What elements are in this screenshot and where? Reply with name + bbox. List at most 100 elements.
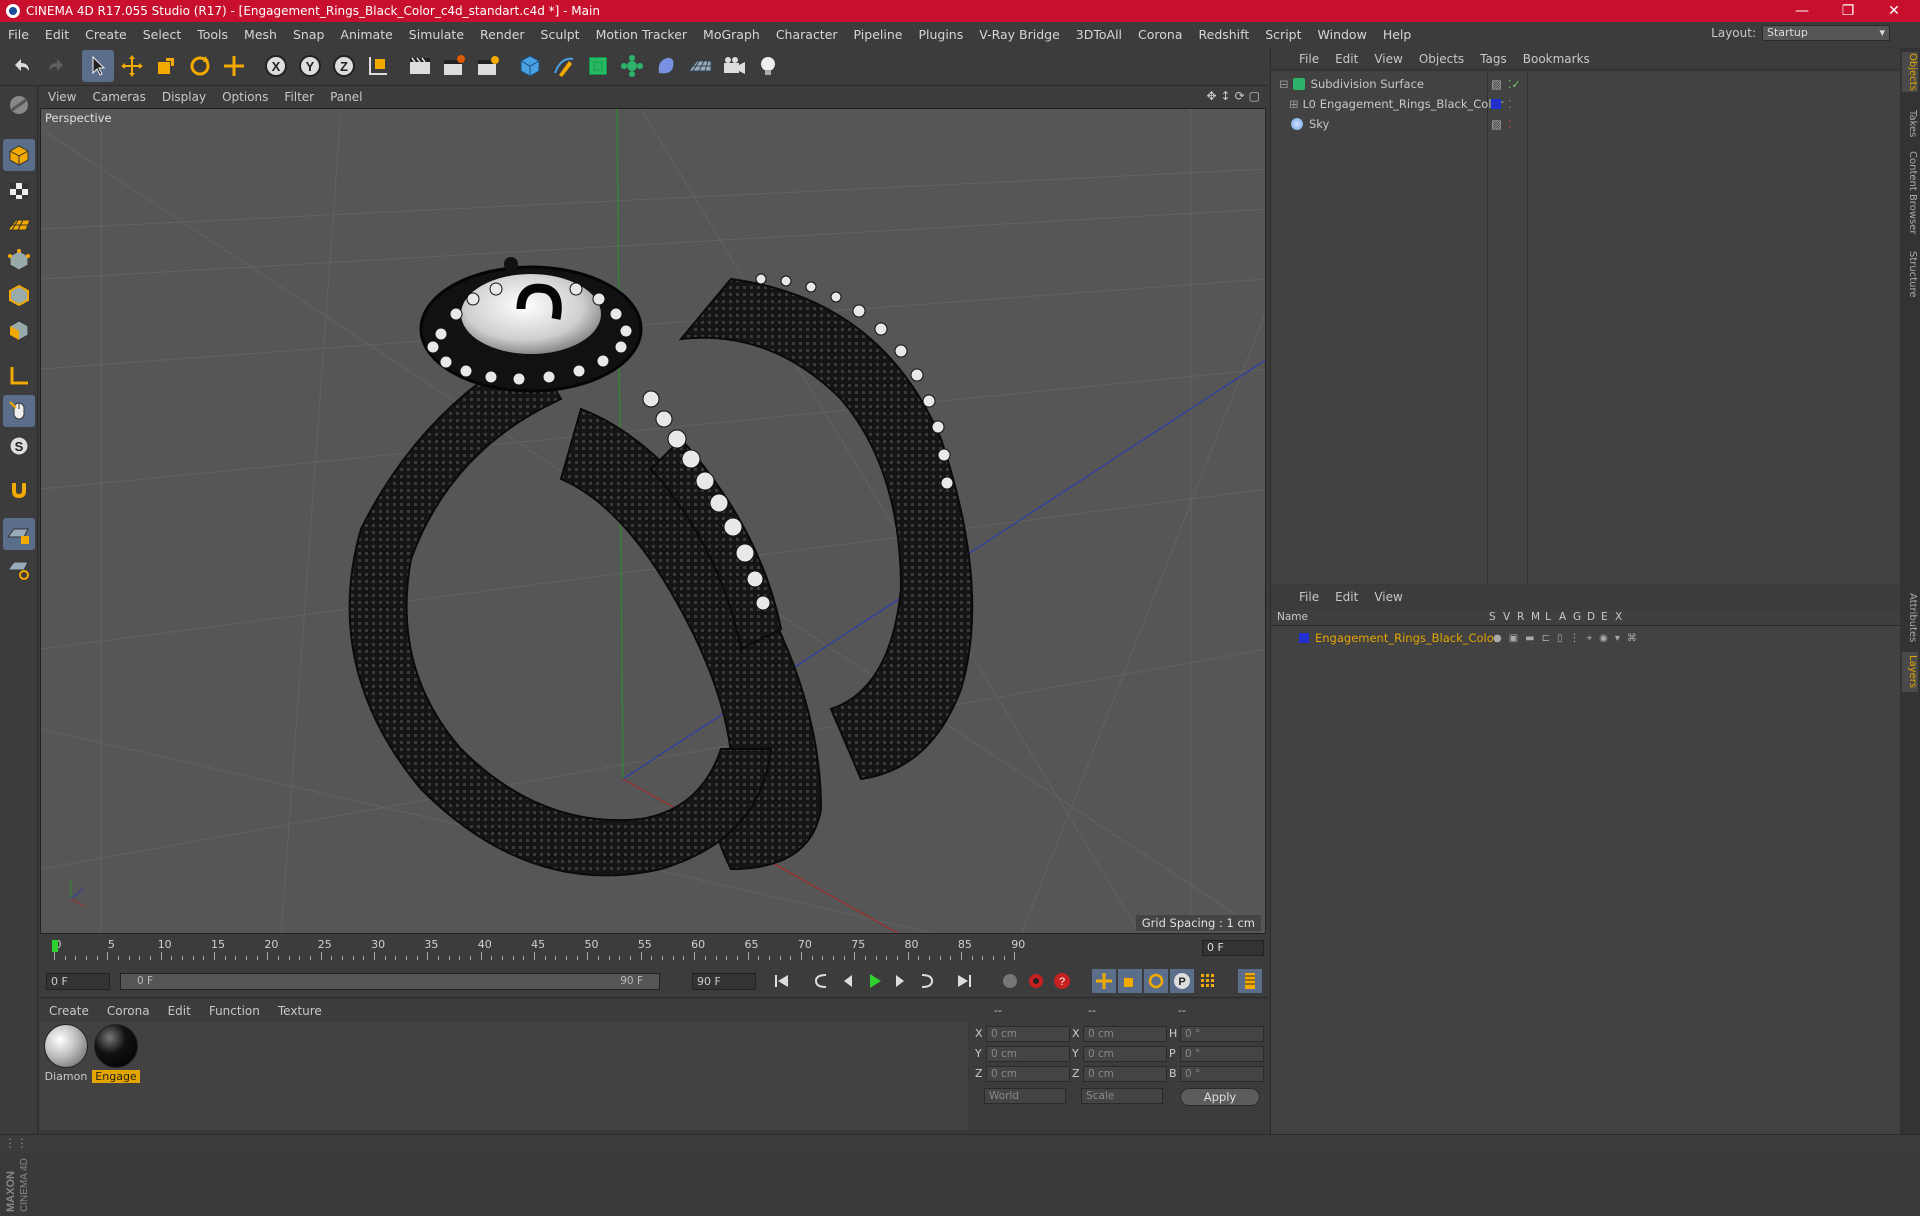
object-menu-file[interactable]: File [1291, 52, 1327, 66]
frame-range-slider[interactable]: 0 F 90 F [120, 973, 660, 990]
toggle-view-icon[interactable]: ▢ [1249, 89, 1260, 103]
pos-y-field[interactable]: 0 cm [986, 1046, 1070, 1062]
menu-redshift[interactable]: Redshift [1191, 27, 1258, 42]
object-menu-view[interactable]: View [1366, 52, 1410, 66]
tab-takes[interactable]: Takes [1902, 104, 1918, 144]
object-menu-bookmarks[interactable]: Bookmarks [1515, 52, 1598, 66]
material-menu-edit[interactable]: Edit [159, 1004, 200, 1018]
last-tool-icon[interactable] [218, 50, 250, 82]
points-mode-icon[interactable] [3, 244, 35, 276]
go-to-end-icon[interactable] [952, 969, 976, 993]
x-axis-icon[interactable]: X [260, 50, 292, 82]
layer-row[interactable]: Engagement_Rings_Black_Color ●▣▬⊏▯⋮⌖◉▾⌘ [1271, 628, 1901, 648]
visibility-dots-icon[interactable]: ⁚ [1508, 118, 1512, 131]
object-row-subdivision[interactable]: ⊟ Subdivision Surface ▨ ⁚✓ [1271, 74, 1901, 94]
key-scale-icon[interactable] [1118, 969, 1142, 993]
layer-column-g[interactable]: G [1573, 611, 1581, 623]
layer-column-d[interactable]: D [1587, 611, 1595, 623]
rotate-view-icon[interactable]: ⟳ [1235, 89, 1245, 103]
layer-menu-file[interactable]: File [1291, 590, 1327, 604]
layer-column-a[interactable]: A [1559, 611, 1566, 623]
expand-icon[interactable]: ⊞ [1289, 97, 1299, 111]
viewport-menu-options[interactable]: Options [214, 90, 276, 104]
make-editable-icon[interactable] [3, 89, 35, 121]
pan-view-icon[interactable]: ✥ [1206, 89, 1216, 103]
perspective-viewport[interactable]: Perspective Grid Spacing : 1 cm [40, 108, 1266, 934]
menu-animate[interactable]: Animate [332, 27, 400, 42]
coordinate-system-icon[interactable] [362, 50, 394, 82]
autokey-icon[interactable] [1024, 969, 1048, 993]
z-axis-icon[interactable]: Z [328, 50, 360, 82]
pos-x-field[interactable]: 0 cm [986, 1026, 1070, 1042]
deformer-icon[interactable] [650, 50, 682, 82]
layer-column-m[interactable]: M [1531, 611, 1540, 623]
layer-flag-icons[interactable]: ●▣▬⊏▯⋮⌖◉▾⌘ [1493, 633, 1644, 644]
minimize-button[interactable]: — [1780, 0, 1824, 22]
close-button[interactable]: ✕ [1872, 0, 1916, 22]
layer-column-s[interactable]: S [1489, 611, 1496, 623]
material-menu-corona[interactable]: Corona [98, 1004, 159, 1018]
workplane-lock-icon[interactable] [3, 518, 35, 550]
next-frame-icon[interactable] [888, 969, 912, 993]
current-frame-field[interactable]: 0 F [1202, 940, 1264, 956]
object-menu-edit[interactable]: Edit [1327, 52, 1366, 66]
timeline-window-icon[interactable] [1238, 969, 1262, 993]
array-cloner-icon[interactable] [616, 50, 648, 82]
menu-plugins[interactable]: Plugins [910, 27, 971, 42]
menu-mesh[interactable]: Mesh [236, 27, 285, 42]
snap-magnet-icon[interactable] [3, 474, 35, 506]
subdivision-generator-icon[interactable] [582, 50, 614, 82]
rotate-tool-icon[interactable] [184, 50, 216, 82]
viewport-menu-cameras[interactable]: Cameras [84, 90, 153, 104]
size-mode-dropdown[interactable]: Scale [1081, 1088, 1163, 1104]
collapse-icon[interactable]: ⊟ [1279, 77, 1289, 91]
menu-create[interactable]: Create [77, 27, 135, 42]
pen-spline-icon[interactable] [548, 50, 580, 82]
material-engage[interactable]: Engage [92, 1024, 140, 1083]
polygons-mode-icon[interactable] [3, 314, 35, 346]
object-row-sky[interactable]: Sky ▨ ⁚ [1271, 114, 1901, 134]
menu-render[interactable]: Render [472, 27, 533, 42]
viewport-menu-filter[interactable]: Filter [276, 90, 322, 104]
axis-mode-icon[interactable] [3, 360, 35, 392]
rot-h-field[interactable]: 0 ° [1180, 1026, 1264, 1042]
model-mode-icon[interactable] [3, 139, 35, 171]
apply-button[interactable]: Apply [1180, 1088, 1260, 1106]
menu-script[interactable]: Script [1257, 27, 1309, 42]
layer-color-icon[interactable] [1491, 99, 1501, 109]
record-keys-icon[interactable] [998, 969, 1022, 993]
pos-z-field[interactable]: 0 cm [986, 1066, 1070, 1082]
layer-column-x[interactable]: X [1615, 611, 1622, 623]
object-menu-tags[interactable]: Tags [1472, 52, 1515, 66]
tab-layers[interactable]: Layers [1902, 652, 1918, 692]
render-settings-icon[interactable] [472, 50, 504, 82]
rot-b-field[interactable]: 0 ° [1180, 1066, 1264, 1082]
key-pla-icon[interactable] [1196, 969, 1220, 993]
layout-dropdown[interactable]: Startup [1762, 25, 1890, 41]
visibility-dots-icon[interactable]: ⁚✓ [1508, 78, 1521, 91]
undo-icon[interactable] [6, 50, 38, 82]
solo-mode-icon[interactable]: S [3, 430, 35, 462]
tab-objects[interactable]: Objects [1902, 52, 1918, 92]
redo-icon[interactable] [40, 50, 72, 82]
menu-corona[interactable]: Corona [1130, 27, 1190, 42]
menu-mograph[interactable]: MoGraph [695, 27, 768, 42]
start-frame-field[interactable]: 0 F [46, 973, 110, 990]
camera-icon[interactable] [718, 50, 750, 82]
menu-3dtoall[interactable]: 3DToAll [1068, 27, 1130, 42]
coordinate-space-dropdown[interactable]: World [984, 1088, 1066, 1104]
enable-checkbox-icon[interactable]: ▨ [1491, 117, 1502, 131]
key-position-icon[interactable] [1092, 969, 1116, 993]
menu-edit[interactable]: Edit [37, 27, 77, 42]
menu-tools[interactable]: Tools [189, 27, 236, 42]
next-key-icon[interactable] [914, 969, 938, 993]
previous-frame-icon[interactable] [836, 969, 860, 993]
restore-button[interactable]: ❐ [1826, 0, 1870, 22]
timeline-ruler[interactable]: 0 5 10 15 20 25 30 35 40 45 50 55 60 65 70 75 80 85 90 [48, 938, 1198, 960]
tweak-mode-icon[interactable] [3, 395, 35, 427]
size-z-field[interactable]: 0 cm [1083, 1066, 1167, 1082]
size-y-field[interactable]: 0 cm [1083, 1046, 1167, 1062]
material-diamond[interactable]: Diamon [42, 1024, 90, 1083]
visibility-dots-icon[interactable]: ⁚ [1508, 98, 1512, 111]
move-tool-icon[interactable] [116, 50, 148, 82]
